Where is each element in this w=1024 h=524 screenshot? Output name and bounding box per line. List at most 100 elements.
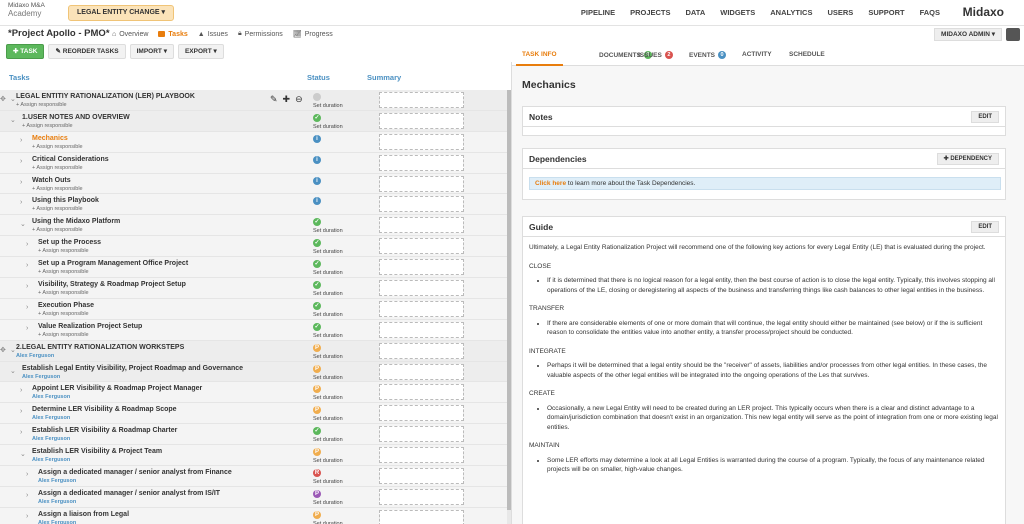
- task-name[interactable]: Using the Midaxo Platform: [32, 218, 120, 225]
- task-name[interactable]: Assign a dedicated manager / senior anal…: [38, 490, 220, 497]
- reorder-tasks-button[interactable]: ✎ REORDER TASKS: [48, 44, 126, 59]
- task-name[interactable]: Establish LER Visibility & Project Team: [32, 448, 162, 455]
- task-row[interactable]: › Set up the Process + Assign responsible ✓…: [0, 236, 511, 258]
- summary-field[interactable]: [379, 488, 464, 505]
- status-icon[interactable]: P: [313, 489, 321, 498]
- nav-projects[interactable]: PROJECTS: [630, 8, 670, 17]
- summary-field[interactable]: [379, 509, 464, 524]
- chevron-right-icon[interactable]: ›: [20, 158, 22, 165]
- summary-field[interactable]: [379, 112, 464, 129]
- task-row[interactable]: › Set up a Program Management Office Proj…: [0, 257, 511, 279]
- chevron-down-icon[interactable]: ⌄: [10, 367, 16, 375]
- task-assignee[interactable]: Alex Ferguson: [38, 499, 76, 505]
- task-name[interactable]: LEGAL ENTITIY RATIONALIZATION (LER) PLAY…: [16, 93, 195, 100]
- task-name[interactable]: Establish Legal Entity Visibility, Proje…: [22, 365, 243, 372]
- task-name[interactable]: 2.LEGAL ENTITY RATIONALIZATION WORKSTEPS: [16, 344, 184, 351]
- set-duration[interactable]: Set duration: [313, 458, 343, 464]
- academy-logo[interactable]: Midaxo M&A Academy: [8, 2, 58, 18]
- status-icon[interactable]: P: [313, 364, 321, 373]
- notes-edit-button[interactable]: EDIT: [971, 111, 999, 123]
- task-row[interactable]: ⌄ 1.USER NOTES AND OVERVIEW + Assign respo…: [0, 110, 511, 132]
- status-icon[interactable]: i: [313, 176, 321, 185]
- chevron-right-icon[interactable]: ›: [26, 262, 28, 269]
- summary-field[interactable]: [379, 175, 464, 192]
- task-row[interactable]: › Using this Playbook + Assign responsible…: [0, 194, 511, 216]
- nav-users[interactable]: USERS: [827, 8, 853, 17]
- task-name[interactable]: Appoint LER Visibility & Roadmap Project…: [32, 385, 202, 392]
- task-name[interactable]: Watch Outs: [32, 177, 71, 184]
- task-assignee[interactable]: Alex Ferguson: [38, 478, 76, 484]
- set-duration[interactable]: Set duration: [313, 312, 343, 318]
- task-assignee[interactable]: + Assign responsible: [22, 123, 73, 129]
- task-assignee[interactable]: Alex Ferguson: [38, 520, 76, 524]
- task-assignee[interactable]: Alex Ferguson: [32, 436, 70, 442]
- task-row[interactable]: › Execution Phase + Assign responsible ✓ Set…: [0, 298, 511, 320]
- tab-tasks[interactable]: Tasks: [158, 30, 188, 38]
- chevron-right-icon[interactable]: ›: [20, 408, 22, 415]
- fullscreen-icon[interactable]: [1006, 28, 1020, 41]
- status-icon[interactable]: i: [313, 197, 321, 206]
- task-row[interactable]: › Watch Outs + Assign responsible i: [0, 173, 511, 195]
- task-assignee[interactable]: Alex Ferguson: [32, 415, 70, 421]
- detail-tab-schedule[interactable]: SCHEDULE: [789, 51, 825, 58]
- summary-field[interactable]: [379, 321, 464, 338]
- task-assignee[interactable]: + Assign responsible: [38, 311, 89, 317]
- summary-field[interactable]: [379, 405, 464, 422]
- task-name[interactable]: Value Realization Project Setup: [38, 323, 142, 330]
- task-row[interactable]: ⌄ Establish LER Visibility & Project Team…: [0, 445, 511, 467]
- set-duration[interactable]: Set duration: [313, 270, 343, 276]
- detail-tab-issues[interactable]: ISSUES 2: [638, 51, 673, 59]
- task-name[interactable]: Mechanics: [32, 135, 68, 142]
- task-row[interactable]: ⌄ ✥ 2.LEGAL ENTITY RATIONALIZATION WORKSTE…: [0, 340, 511, 362]
- task-assignee[interactable]: Alex Ferguson: [22, 374, 60, 380]
- set-duration[interactable]: Set duration: [313, 375, 343, 381]
- chevron-right-icon[interactable]: ›: [26, 241, 28, 248]
- chevron-right-icon[interactable]: ›: [20, 179, 22, 186]
- set-duration[interactable]: Set duration: [313, 395, 343, 401]
- nav-analytics[interactable]: ANALYTICS: [770, 8, 812, 17]
- detail-tab-activity[interactable]: ACTIVITY: [742, 51, 772, 58]
- task-assignee[interactable]: + Assign responsible: [38, 269, 89, 275]
- plus-icon[interactable]: ✚: [283, 94, 291, 105]
- brand-logo[interactable]: Midaxo: [963, 5, 1004, 19]
- set-duration[interactable]: Set duration: [313, 103, 343, 109]
- status-icon[interactable]: ✓: [313, 281, 321, 290]
- summary-field[interactable]: [379, 196, 464, 213]
- summary-field[interactable]: [379, 280, 464, 297]
- set-duration[interactable]: Set duration: [313, 479, 343, 485]
- task-assignee[interactable]: + Assign responsible: [38, 332, 89, 338]
- task-row[interactable]: › Value Realization Project Setup + Assign…: [0, 319, 511, 341]
- task-row[interactable]: ⌄ ✥ LEGAL ENTITIY RATIONALIZATION (LER) PL…: [0, 90, 511, 111]
- set-duration[interactable]: Set duration: [313, 249, 343, 255]
- summary-field[interactable]: [379, 154, 464, 171]
- task-assignee[interactable]: + Assign responsible: [32, 144, 83, 150]
- task-row[interactable]: ⌄ Using the Midaxo Platform + Assign respo…: [0, 215, 511, 237]
- task-assignee[interactable]: Alex Ferguson: [32, 457, 70, 463]
- detail-tab-task-info[interactable]: TASK INFO: [516, 51, 563, 66]
- chevron-down-icon[interactable]: ⌄: [20, 450, 26, 458]
- status-icon[interactable]: ✓: [313, 239, 321, 248]
- status-icon[interactable]: ✓: [313, 301, 321, 310]
- summary-field[interactable]: [379, 363, 464, 380]
- nav-widgets[interactable]: WIDGETS: [720, 8, 755, 17]
- chevron-right-icon[interactable]: ›: [26, 471, 28, 478]
- set-duration[interactable]: Set duration: [313, 291, 343, 297]
- export-button[interactable]: EXPORT ▾: [177, 44, 224, 59]
- set-duration[interactable]: Set duration: [313, 416, 343, 422]
- task-assignee[interactable]: + Assign responsible: [38, 248, 89, 254]
- import-button[interactable]: IMPORT ▾: [129, 44, 174, 59]
- task-name[interactable]: Critical Considerations: [32, 156, 109, 163]
- task-name[interactable]: Set up a Program Management Office Proje…: [38, 260, 188, 267]
- tab-overview[interactable]: ⌂ Overview: [112, 30, 148, 38]
- status-icon[interactable]: ✓: [313, 322, 321, 331]
- summary-field[interactable]: [379, 259, 464, 276]
- summary-field[interactable]: [379, 468, 464, 485]
- set-duration[interactable]: Set duration: [313, 228, 343, 234]
- status-icon[interactable]: [313, 93, 321, 101]
- chevron-right-icon[interactable]: ›: [20, 387, 22, 394]
- add-task-button[interactable]: ✚ TASK: [6, 44, 45, 59]
- task-name[interactable]: Using this Playbook: [32, 197, 99, 204]
- task-row[interactable]: › Determine LER Visibility & Roadmap Scop…: [0, 403, 511, 425]
- set-duration[interactable]: Set duration: [313, 333, 343, 339]
- set-duration[interactable]: Set duration: [313, 437, 343, 443]
